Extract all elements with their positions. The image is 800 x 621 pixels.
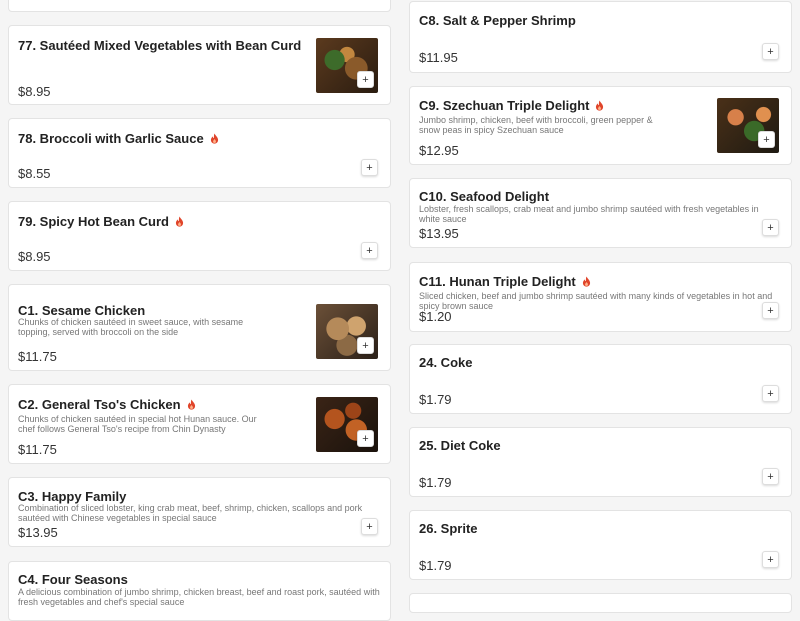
add-to-cart-button[interactable]: + bbox=[361, 159, 378, 176]
plus-icon: + bbox=[767, 553, 774, 566]
item-photo: + bbox=[316, 304, 378, 359]
item-price: $13.95 bbox=[18, 525, 58, 540]
plus-icon: + bbox=[767, 304, 774, 317]
item-description: Chunks of chicken sautéed in special hot… bbox=[18, 414, 257, 434]
add-to-cart-button[interactable]: + bbox=[361, 518, 378, 535]
menu-item-card[interactable]: C4. Four Seasons A delicious combination… bbox=[8, 561, 391, 621]
item-price: $1.79 bbox=[419, 392, 452, 407]
item-name: C8. Salt & Pepper Shrimp bbox=[419, 13, 576, 28]
plus-icon: + bbox=[362, 73, 369, 86]
item-name: 79. Spicy Hot Bean Curd bbox=[18, 214, 169, 229]
item-name: 25. Diet Coke bbox=[419, 438, 501, 453]
item-description: A delicious combination of jumbo shrimp,… bbox=[18, 587, 380, 607]
add-to-cart-button[interactable]: + bbox=[762, 551, 779, 568]
menu-item-card[interactable]: 77. Sautéed Mixed Vegetables with Bean C… bbox=[8, 25, 391, 105]
item-price: $8.95 bbox=[18, 249, 51, 264]
item-name: 77. Sautéed Mixed Vegetables with Bean C… bbox=[18, 38, 302, 53]
menu-item-card[interactable]: C2. General Tso's Chicken Chunks of chic… bbox=[8, 384, 391, 464]
item-price: $12.95 bbox=[419, 143, 459, 158]
item-description: Jumbo shrimp, chicken, beef with broccol… bbox=[419, 115, 653, 135]
item-description: Lobster, fresh scallops, crab meat and j… bbox=[419, 204, 759, 224]
add-to-cart-button[interactable]: + bbox=[762, 385, 779, 402]
chili-flame-icon bbox=[175, 216, 184, 227]
item-price: $11.95 bbox=[419, 50, 458, 65]
add-to-cart-button[interactable]: + bbox=[762, 219, 779, 236]
item-price: $1.79 bbox=[419, 475, 452, 490]
item-name: 24. Coke bbox=[419, 355, 473, 370]
item-description: Chunks of chicken sautéed in sweet sauce… bbox=[18, 317, 244, 337]
item-description: Sliced chicken, beef and jumbo shrimp sa… bbox=[419, 291, 773, 311]
chili-flame-icon bbox=[210, 133, 219, 144]
item-price: $13.95 bbox=[419, 226, 459, 241]
chili-flame-icon bbox=[582, 276, 591, 287]
add-to-cart-button[interactable]: + bbox=[357, 337, 374, 354]
plus-icon: + bbox=[366, 244, 373, 257]
item-photo: + bbox=[316, 38, 378, 93]
add-to-cart-button[interactable]: + bbox=[357, 430, 374, 447]
plus-icon: + bbox=[366, 161, 373, 174]
add-to-cart-button[interactable]: + bbox=[357, 71, 374, 88]
add-to-cart-button[interactable]: + bbox=[762, 302, 779, 319]
menu-item-card[interactable]: C1. Sesame Chicken Chunks of chicken sau… bbox=[8, 284, 391, 371]
add-to-cart-button[interactable]: + bbox=[361, 242, 378, 259]
item-price: $1.79 bbox=[419, 558, 452, 573]
item-name: C9. Szechuan Triple Delight bbox=[419, 98, 590, 113]
item-photo: + bbox=[316, 397, 378, 452]
item-name: C3. Happy Family bbox=[18, 489, 127, 504]
menu-item-card[interactable]: C11. Hunan Triple Delight Sliced chicken… bbox=[409, 262, 792, 332]
menu-item-card[interactable]: 79. Spicy Hot Bean Curd $8.95 + bbox=[8, 201, 391, 271]
plus-icon: + bbox=[767, 470, 774, 483]
plus-icon: + bbox=[366, 520, 373, 533]
chili-flame-icon bbox=[187, 399, 196, 410]
item-description: Combination of sliced lobster, king crab… bbox=[18, 503, 363, 523]
item-name: C2. General Tso's Chicken bbox=[18, 397, 181, 412]
chili-flame-icon bbox=[595, 100, 604, 111]
plus-icon: + bbox=[767, 387, 774, 400]
item-name: C11. Hunan Triple Delight bbox=[419, 274, 576, 289]
item-name: C1. Sesame Chicken bbox=[18, 303, 146, 318]
item-price: $11.75 bbox=[18, 349, 57, 364]
plus-icon: + bbox=[362, 339, 369, 352]
menu-item-card[interactable]: C3. Happy Family Combination of sliced l… bbox=[8, 477, 391, 547]
menu-item-card[interactable]: 24. Coke $1.79 + bbox=[409, 344, 792, 414]
item-name: 26. Sprite bbox=[419, 521, 478, 536]
top-partial-card bbox=[8, 0, 391, 12]
item-price: $1.20 bbox=[419, 309, 452, 324]
item-name: C4. Four Seasons bbox=[18, 572, 128, 587]
item-price: $8.95 bbox=[18, 84, 51, 99]
menu-item-card[interactable]: 26. Sprite $1.79 + bbox=[409, 510, 792, 580]
menu-item-card[interactable]: 78. Broccoli with Garlic Sauce $8.55 + bbox=[8, 118, 391, 188]
item-photo: + bbox=[717, 98, 779, 153]
item-name: 78. Broccoli with Garlic Sauce bbox=[18, 131, 204, 146]
item-name: C10. Seafood Delight bbox=[419, 189, 550, 204]
plus-icon: + bbox=[767, 45, 774, 58]
add-to-cart-button[interactable]: + bbox=[762, 468, 779, 485]
menu-item-card[interactable]: C10. Seafood Delight Lobster, fresh scal… bbox=[409, 178, 792, 248]
add-to-cart-button[interactable]: + bbox=[762, 43, 779, 60]
plus-icon: + bbox=[763, 133, 770, 146]
menu-item-card[interactable]: C9. Szechuan Triple Delight Jumbo shrimp… bbox=[409, 86, 792, 165]
add-to-cart-button[interactable]: + bbox=[758, 131, 775, 148]
item-price: $8.55 bbox=[18, 166, 51, 181]
item-price: $11.75 bbox=[18, 442, 57, 457]
plus-icon: + bbox=[767, 221, 774, 234]
bottom-partial-card bbox=[409, 593, 792, 613]
menu-item-card[interactable]: 25. Diet Coke $1.79 + bbox=[409, 427, 792, 497]
plus-icon: + bbox=[362, 432, 369, 445]
menu-item-card[interactable]: C8. Salt & Pepper Shrimp $11.95 + bbox=[409, 1, 792, 73]
